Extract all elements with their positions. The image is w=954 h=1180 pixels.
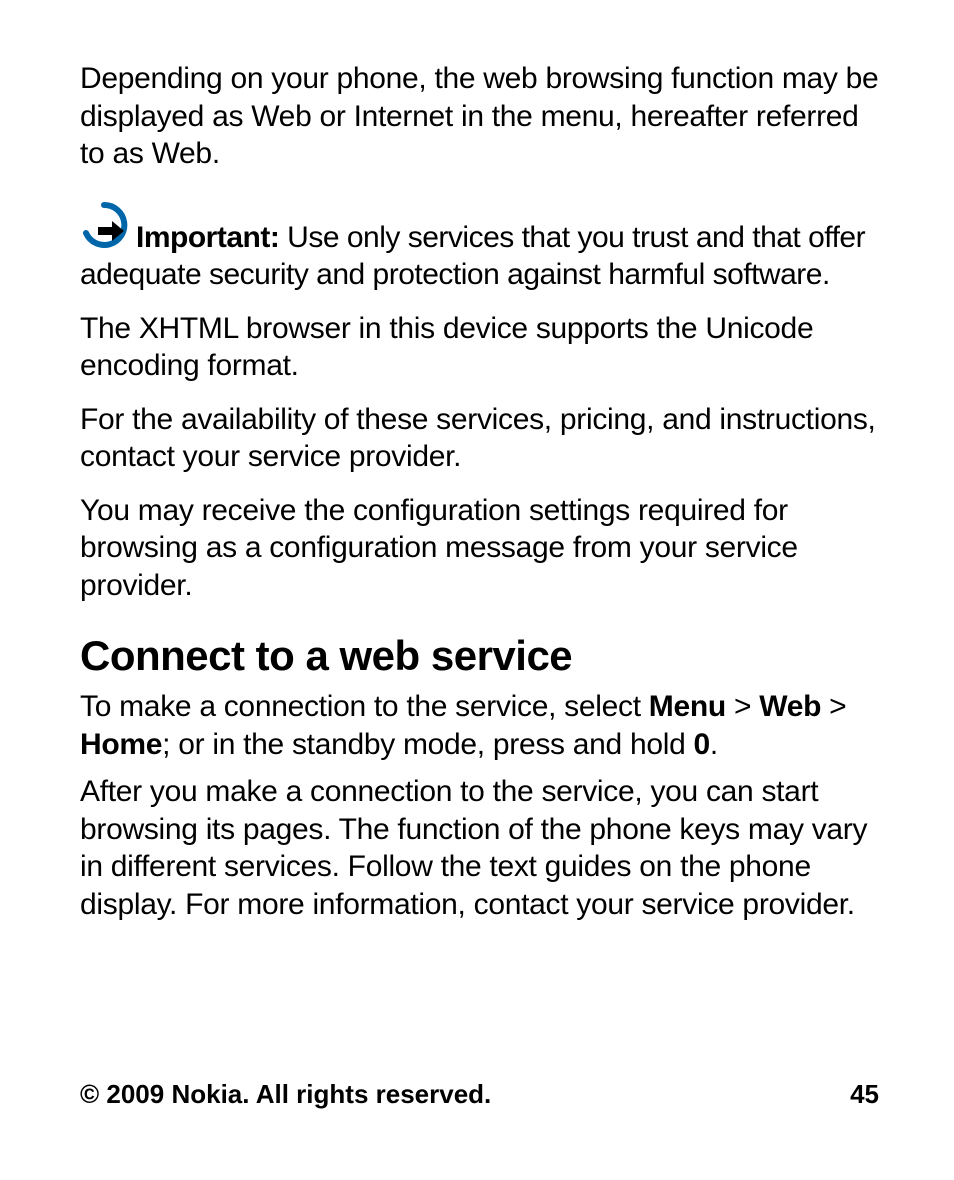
- home-label: Home: [80, 728, 162, 761]
- section-heading: Connect to a web service: [80, 632, 879, 680]
- menu-label: Menu: [649, 690, 726, 723]
- connect-mid: ; or in the standby mode, press and hold: [162, 728, 693, 761]
- page-footer: © 2009 Nokia. All rights reserved. 45: [80, 1079, 879, 1110]
- important-block: Important: Use only services that you tr…: [80, 201, 879, 294]
- availability-paragraph: For the availability of these services, …: [80, 401, 879, 476]
- web-label: Web: [759, 690, 821, 723]
- separator: >: [726, 690, 759, 723]
- page-content: Depending on your phone, the web browsin…: [0, 0, 954, 923]
- config-paragraph: You may receive the configuration settin…: [80, 492, 879, 605]
- zero-key: 0: [694, 728, 710, 761]
- separator: >: [821, 690, 846, 723]
- important-icon: [80, 201, 132, 259]
- xhtml-paragraph: The XHTML browser in this device support…: [80, 310, 879, 385]
- connect-pre: To make a connection to the service, sel…: [80, 690, 649, 723]
- connect-instructions: To make a connection to the service, sel…: [80, 688, 879, 763]
- connect-end: .: [710, 728, 718, 761]
- copyright-text: © 2009 Nokia. All rights reserved.: [80, 1079, 491, 1110]
- page-number: 45: [850, 1079, 879, 1110]
- intro-paragraph: Depending on your phone, the web browsin…: [80, 60, 879, 173]
- important-label: Important:: [136, 221, 279, 254]
- after-connect-paragraph: After you make a connection to the servi…: [80, 773, 879, 923]
